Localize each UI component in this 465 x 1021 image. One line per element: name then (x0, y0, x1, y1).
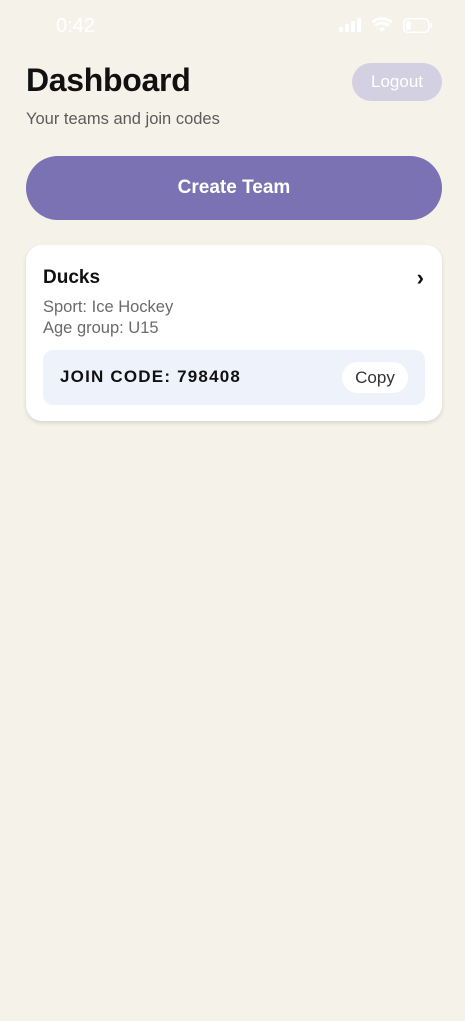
status-time: 0:42 (56, 15, 95, 37)
join-code-text: JOIN CODE: 798408 (60, 367, 242, 386)
page-subtitle: Your teams and join codes (26, 110, 220, 128)
copy-join-code-button[interactable]: Copy (342, 362, 408, 393)
team-card[interactable]: Ducks › Sport: Ice Hockey Age group: U15… (26, 245, 442, 421)
status-bar: 0:42 (0, 0, 465, 52)
wifi-icon (371, 17, 393, 32)
battery-icon (403, 17, 433, 33)
signal-icon (339, 18, 361, 32)
page-title: Dashboard (26, 62, 191, 98)
team-age-group: Age group: U15 (43, 319, 159, 337)
team-name: Ducks (43, 267, 101, 288)
chevron-right-icon: › (416, 265, 424, 290)
create-team-button[interactable]: Create Team (26, 156, 442, 220)
status-icons (339, 17, 433, 33)
join-code-box: JOIN CODE: 798408 Copy (43, 350, 425, 405)
logout-button[interactable]: Logout (352, 63, 442, 101)
team-sport: Sport: Ice Hockey (43, 298, 174, 316)
